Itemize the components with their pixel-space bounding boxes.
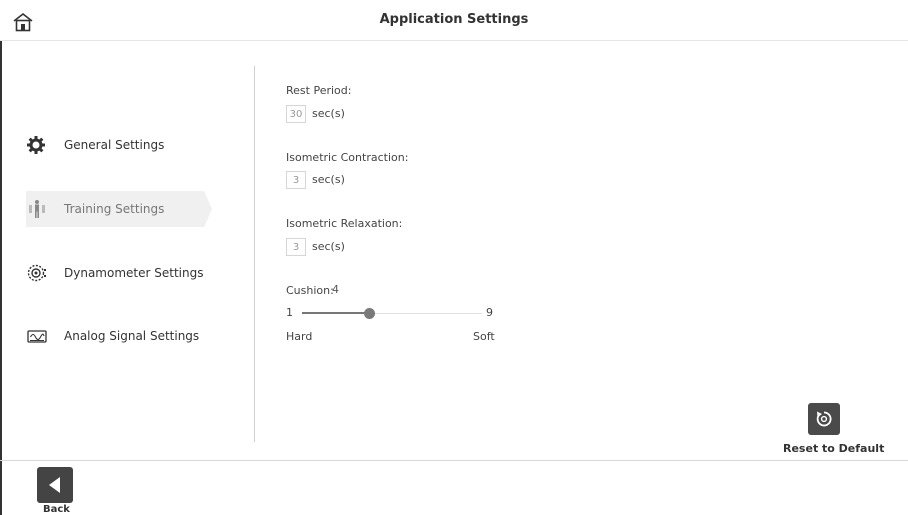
footer-divider: [0, 460, 908, 461]
cushion-value: 4: [332, 283, 339, 296]
reset-to-default-label: Reset to Default: [783, 442, 885, 455]
gear-icon: [26, 135, 52, 155]
sidebar-item-label: Analog Signal Settings: [64, 329, 200, 343]
sidebar-divider: [254, 66, 255, 442]
back-button[interactable]: [37, 467, 73, 503]
reset-icon: [816, 411, 832, 427]
training-figure-icon: [26, 199, 52, 219]
isometric-relaxation-label: Isometric Relaxation:: [286, 217, 403, 230]
sidebar-item-dynamometer-settings[interactable]: Dynamometer Settings: [26, 255, 212, 291]
cushion-label: Cushion:: [286, 284, 334, 297]
isometric-relaxation-input[interactable]: 3: [286, 238, 306, 256]
cushion-min: 1: [286, 306, 293, 319]
isometric-contraction-unit: sec(s): [312, 173, 345, 186]
sidebar-item-general-settings[interactable]: General Settings: [26, 127, 212, 163]
rest-period-input[interactable]: 30: [286, 105, 306, 123]
sidebar-item-training-settings[interactable]: Training Settings: [26, 191, 212, 227]
sidebar-item-analog-signal-settings[interactable]: Analog Signal Settings: [26, 318, 212, 354]
rest-period-label: Rest Period:: [286, 84, 352, 97]
cushion-slider-thumb[interactable]: [364, 308, 375, 319]
back-label: Back: [43, 504, 70, 515]
rest-period-unit: sec(s): [312, 107, 345, 120]
cushion-max-label: Soft: [473, 330, 495, 343]
cushion-slider-fill: [302, 312, 370, 314]
back-arrow-icon: [49, 477, 60, 493]
reset-to-default-button[interactable]: [808, 403, 840, 435]
cushion-max: 9: [486, 306, 493, 319]
sidebar-item-label: Training Settings: [64, 202, 165, 216]
cushion-min-label: Hard: [286, 330, 313, 343]
sidebar-item-label: General Settings: [64, 138, 165, 152]
header-bar: Application Settings: [0, 0, 908, 41]
isometric-contraction-label: Isometric Contraction:: [286, 151, 409, 164]
isometric-contraction-input[interactable]: 3: [286, 171, 306, 189]
page-title: Application Settings: [379, 12, 529, 27]
sidebar-item-label: Dynamometer Settings: [64, 266, 204, 280]
dynamometer-icon: [26, 263, 52, 283]
isometric-relaxation-unit: sec(s): [312, 240, 345, 253]
analog-signal-icon: [26, 326, 52, 346]
